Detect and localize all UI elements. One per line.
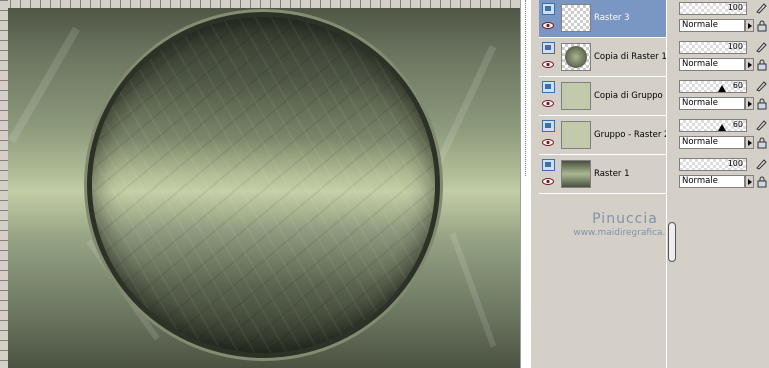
layer-row-copia-gruppo[interactable]: Copia di Gruppo <box>539 78 667 116</box>
layer-row-copia-raster-1[interactable]: Copia di Raster 1 <box>539 39 667 77</box>
layer-name: Raster 1 <box>594 169 630 179</box>
layer-thumbnail <box>561 121 591 149</box>
blend-mode-select[interactable]: Normale <box>679 175 745 188</box>
layer-properties-row: 60 Normale <box>677 117 769 155</box>
blend-dropdown-button[interactable] <box>745 136 754 149</box>
ruler-left <box>0 0 8 368</box>
opacity-slider[interactable]: 100 <box>679 158 747 171</box>
opacity-slider[interactable]: 60 <box>679 119 747 132</box>
layer-toggle-icon[interactable] <box>542 3 555 15</box>
canvas-scrollbar[interactable] <box>520 0 531 368</box>
layer-name: Raster 3 <box>594 13 630 23</box>
layer-name: Gruppo - Raster 2 <box>594 130 666 140</box>
eye-icon[interactable] <box>542 178 554 185</box>
eye-icon[interactable] <box>542 61 554 68</box>
layer-toggle-icon[interactable] <box>542 81 555 93</box>
blend-mode-select[interactable]: Normale <box>679 136 745 149</box>
brush-icon[interactable] <box>755 119 767 131</box>
sphere-artwork <box>84 9 443 361</box>
layer-row-raster-3[interactable]: Raster 3 <box>539 0 667 38</box>
brush-icon[interactable] <box>755 41 767 53</box>
blend-dropdown-button[interactable] <box>745 19 754 32</box>
blend-mode-select[interactable]: Normale <box>679 58 745 71</box>
lock-icon[interactable] <box>757 137 767 149</box>
opacity-slider[interactable]: 100 <box>679 2 747 15</box>
layers-scrollbar[interactable] <box>666 0 677 368</box>
layer-toggle-icon[interactable] <box>542 159 555 171</box>
layers-panel: Raster 3 Copia di Raster 1 Copia di Grup… <box>531 0 667 368</box>
layer-thumbnail <box>561 82 591 110</box>
layer-properties-row: 60 Normale <box>677 78 769 116</box>
blend-mode-select[interactable]: Normale <box>679 19 745 32</box>
layer-toggle-icon[interactable] <box>542 42 555 54</box>
brush-icon[interactable] <box>755 2 767 14</box>
lock-icon[interactable] <box>757 98 767 110</box>
blend-dropdown-button[interactable] <box>745 97 754 110</box>
scrollbar-thumb[interactable] <box>668 222 676 262</box>
layer-row-gruppo-raster-2[interactable]: Gruppo - Raster 2 <box>539 117 667 155</box>
layer-row-raster-1[interactable]: Raster 1 <box>539 156 667 194</box>
opacity-slider[interactable]: 100 <box>679 41 747 54</box>
layer-name: Copia di Raster 1 <box>594 52 666 62</box>
image-canvas[interactable] <box>0 0 520 368</box>
lock-icon[interactable] <box>757 176 767 188</box>
lock-icon[interactable] <box>757 20 767 32</box>
layer-thumbnail <box>561 4 591 32</box>
brush-icon[interactable] <box>755 158 767 170</box>
sphere <box>92 17 435 353</box>
layer-properties-row: 100 Normale <box>677 156 769 194</box>
layer-properties-row: 100 Normale <box>677 0 769 38</box>
layer-thumbnail <box>561 43 591 71</box>
ruler-top <box>0 0 520 8</box>
layer-thumbnail <box>561 160 591 188</box>
lock-icon[interactable] <box>757 59 767 71</box>
eye-icon[interactable] <box>542 139 554 146</box>
eye-icon[interactable] <box>542 22 554 29</box>
texture-scratch <box>8 26 80 144</box>
layer-toggle-icon[interactable] <box>542 120 555 132</box>
layer-properties-row: 100 Normale <box>677 39 769 77</box>
layer-properties-column: 100 Normale 100 Normale 60 Normale 60 No… <box>677 0 769 368</box>
layer-name: Copia di Gruppo <box>594 91 663 101</box>
blend-dropdown-button[interactable] <box>745 58 754 71</box>
opacity-slider[interactable]: 60 <box>679 80 747 93</box>
blend-dropdown-button[interactable] <box>745 175 754 188</box>
brush-icon[interactable] <box>755 80 767 92</box>
blend-mode-select[interactable]: Normale <box>679 97 745 110</box>
texture-scratch <box>449 232 497 348</box>
eye-icon[interactable] <box>542 100 554 107</box>
